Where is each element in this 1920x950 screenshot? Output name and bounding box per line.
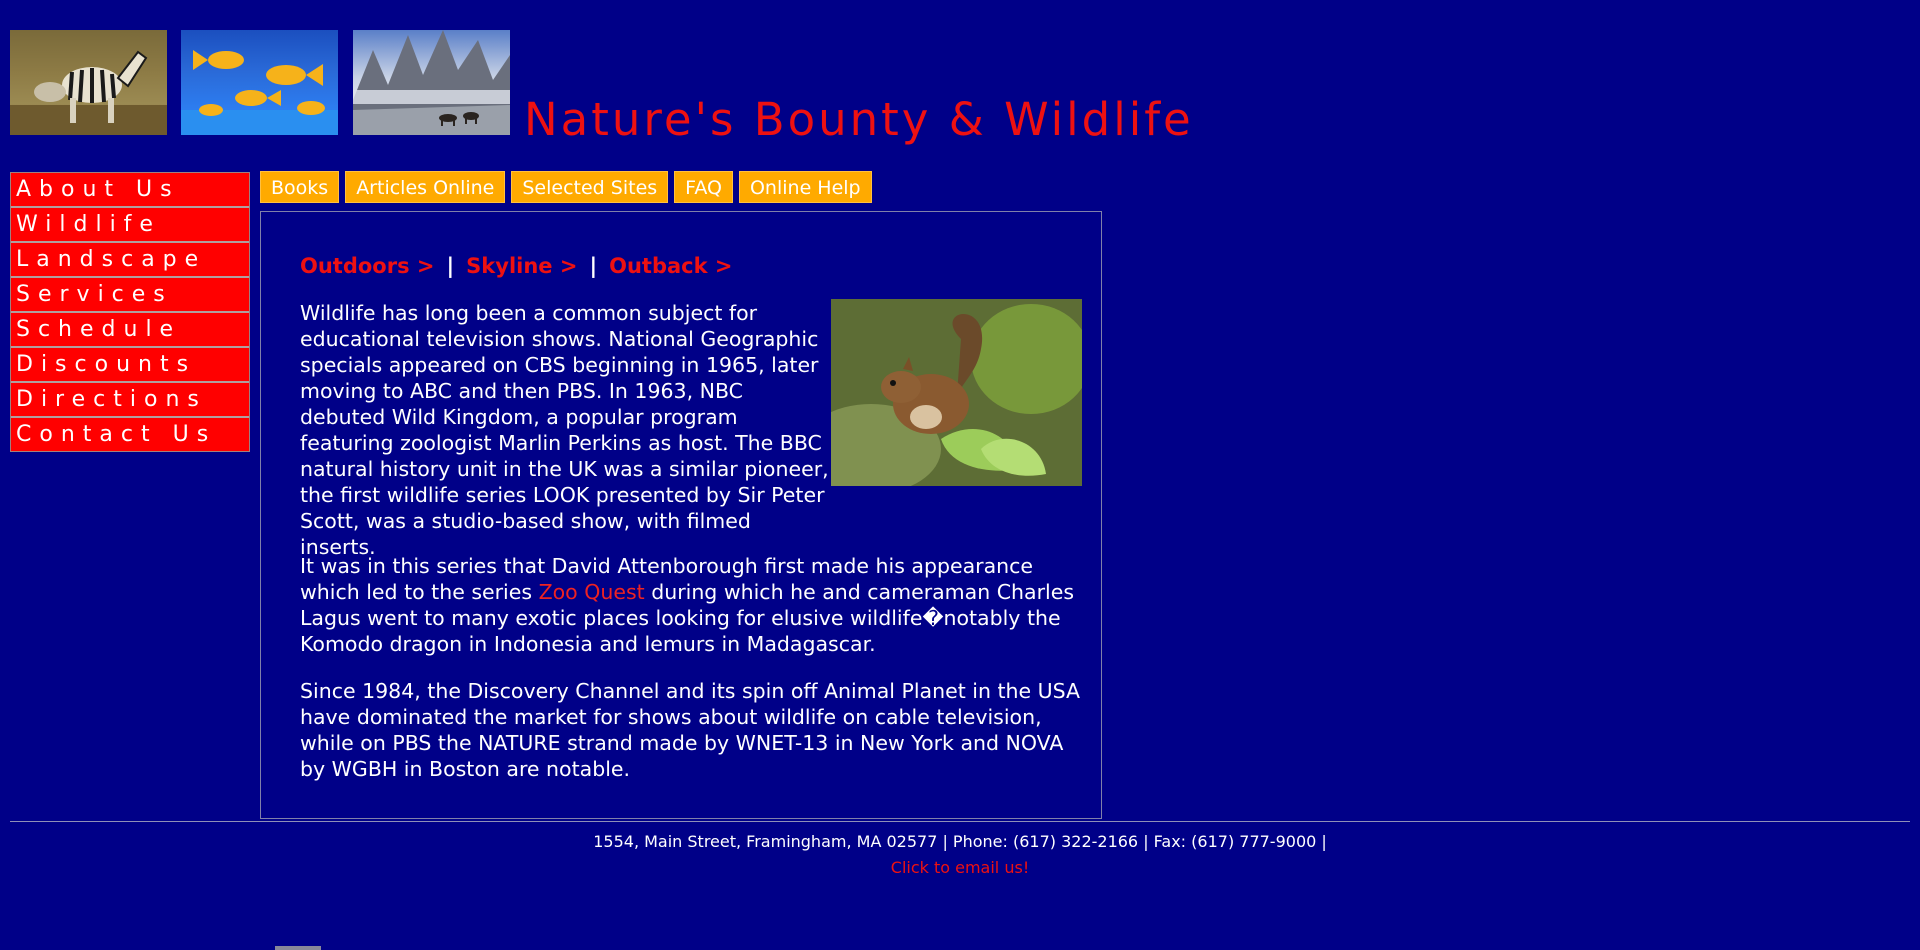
- mountain-goat-image: [353, 30, 510, 135]
- breadcrumb-skyline-link[interactable]: Skyline >: [466, 254, 577, 278]
- breadcrumb-outback-link[interactable]: Outback >: [609, 254, 732, 278]
- tab-online-help[interactable]: Online Help: [738, 171, 872, 203]
- zoo-quest-link[interactable]: Zoo Quest: [539, 580, 645, 604]
- site-title: Nature's Bounty & Wildlife: [524, 93, 1194, 146]
- breadcrumb-separator: |: [446, 254, 455, 278]
- zebra-image: [10, 30, 167, 135]
- scrollbar-thumb[interactable]: [275, 946, 321, 950]
- footer-divider: [10, 821, 1910, 822]
- side-menu-item-discounts[interactable]: Discounts: [11, 348, 249, 383]
- tab-books[interactable]: Books: [260, 171, 340, 203]
- side-menu: About Us Wildlife Landscape Services Sch…: [10, 172, 250, 452]
- footer-address: 1554, Main Street, Framingham, MA 02577 …: [593, 832, 1327, 851]
- paragraph-3: Since 1984, the Discovery Channel and it…: [300, 679, 1081, 781]
- paragraph-2: It was in this series that David Attenbo…: [300, 553, 1090, 657]
- goldfish-image: [181, 30, 338, 135]
- side-menu-item-wildlife[interactable]: Wildlife: [11, 208, 249, 243]
- content-panel: Outdoors > | Skyline > | Outback > Wildlife …: [260, 211, 1102, 819]
- breadcrumb-separator: |: [589, 254, 598, 278]
- breadcrumb: Outdoors > | Skyline > | Outback >: [300, 254, 733, 278]
- email-link[interactable]: Click to email us!: [891, 858, 1029, 877]
- side-menu-item-about-us[interactable]: About Us: [11, 173, 249, 208]
- side-menu-item-landscape[interactable]: Landscape: [11, 243, 249, 278]
- side-menu-item-services[interactable]: Services: [11, 278, 249, 313]
- side-menu-item-schedule[interactable]: Schedule: [11, 313, 249, 348]
- squirrel-image: [831, 299, 1082, 486]
- side-menu-item-directions[interactable]: Directions: [11, 383, 249, 418]
- breadcrumb-outdoors-link[interactable]: Outdoors >: [300, 254, 435, 278]
- footer-email-container: Click to email us!: [0, 858, 1920, 877]
- top-tab-bar: Books Articles Online Selected Sites FAQ Onl…: [260, 171, 878, 203]
- side-menu-item-contact-us[interactable]: Contact Us: [11, 418, 249, 451]
- paragraph-1: Wildlife has long been a common subject …: [300, 301, 829, 559]
- tab-selected-sites[interactable]: Selected Sites: [511, 171, 669, 203]
- tab-faq[interactable]: FAQ: [674, 171, 733, 203]
- tab-articles-online[interactable]: Articles Online: [345, 171, 506, 203]
